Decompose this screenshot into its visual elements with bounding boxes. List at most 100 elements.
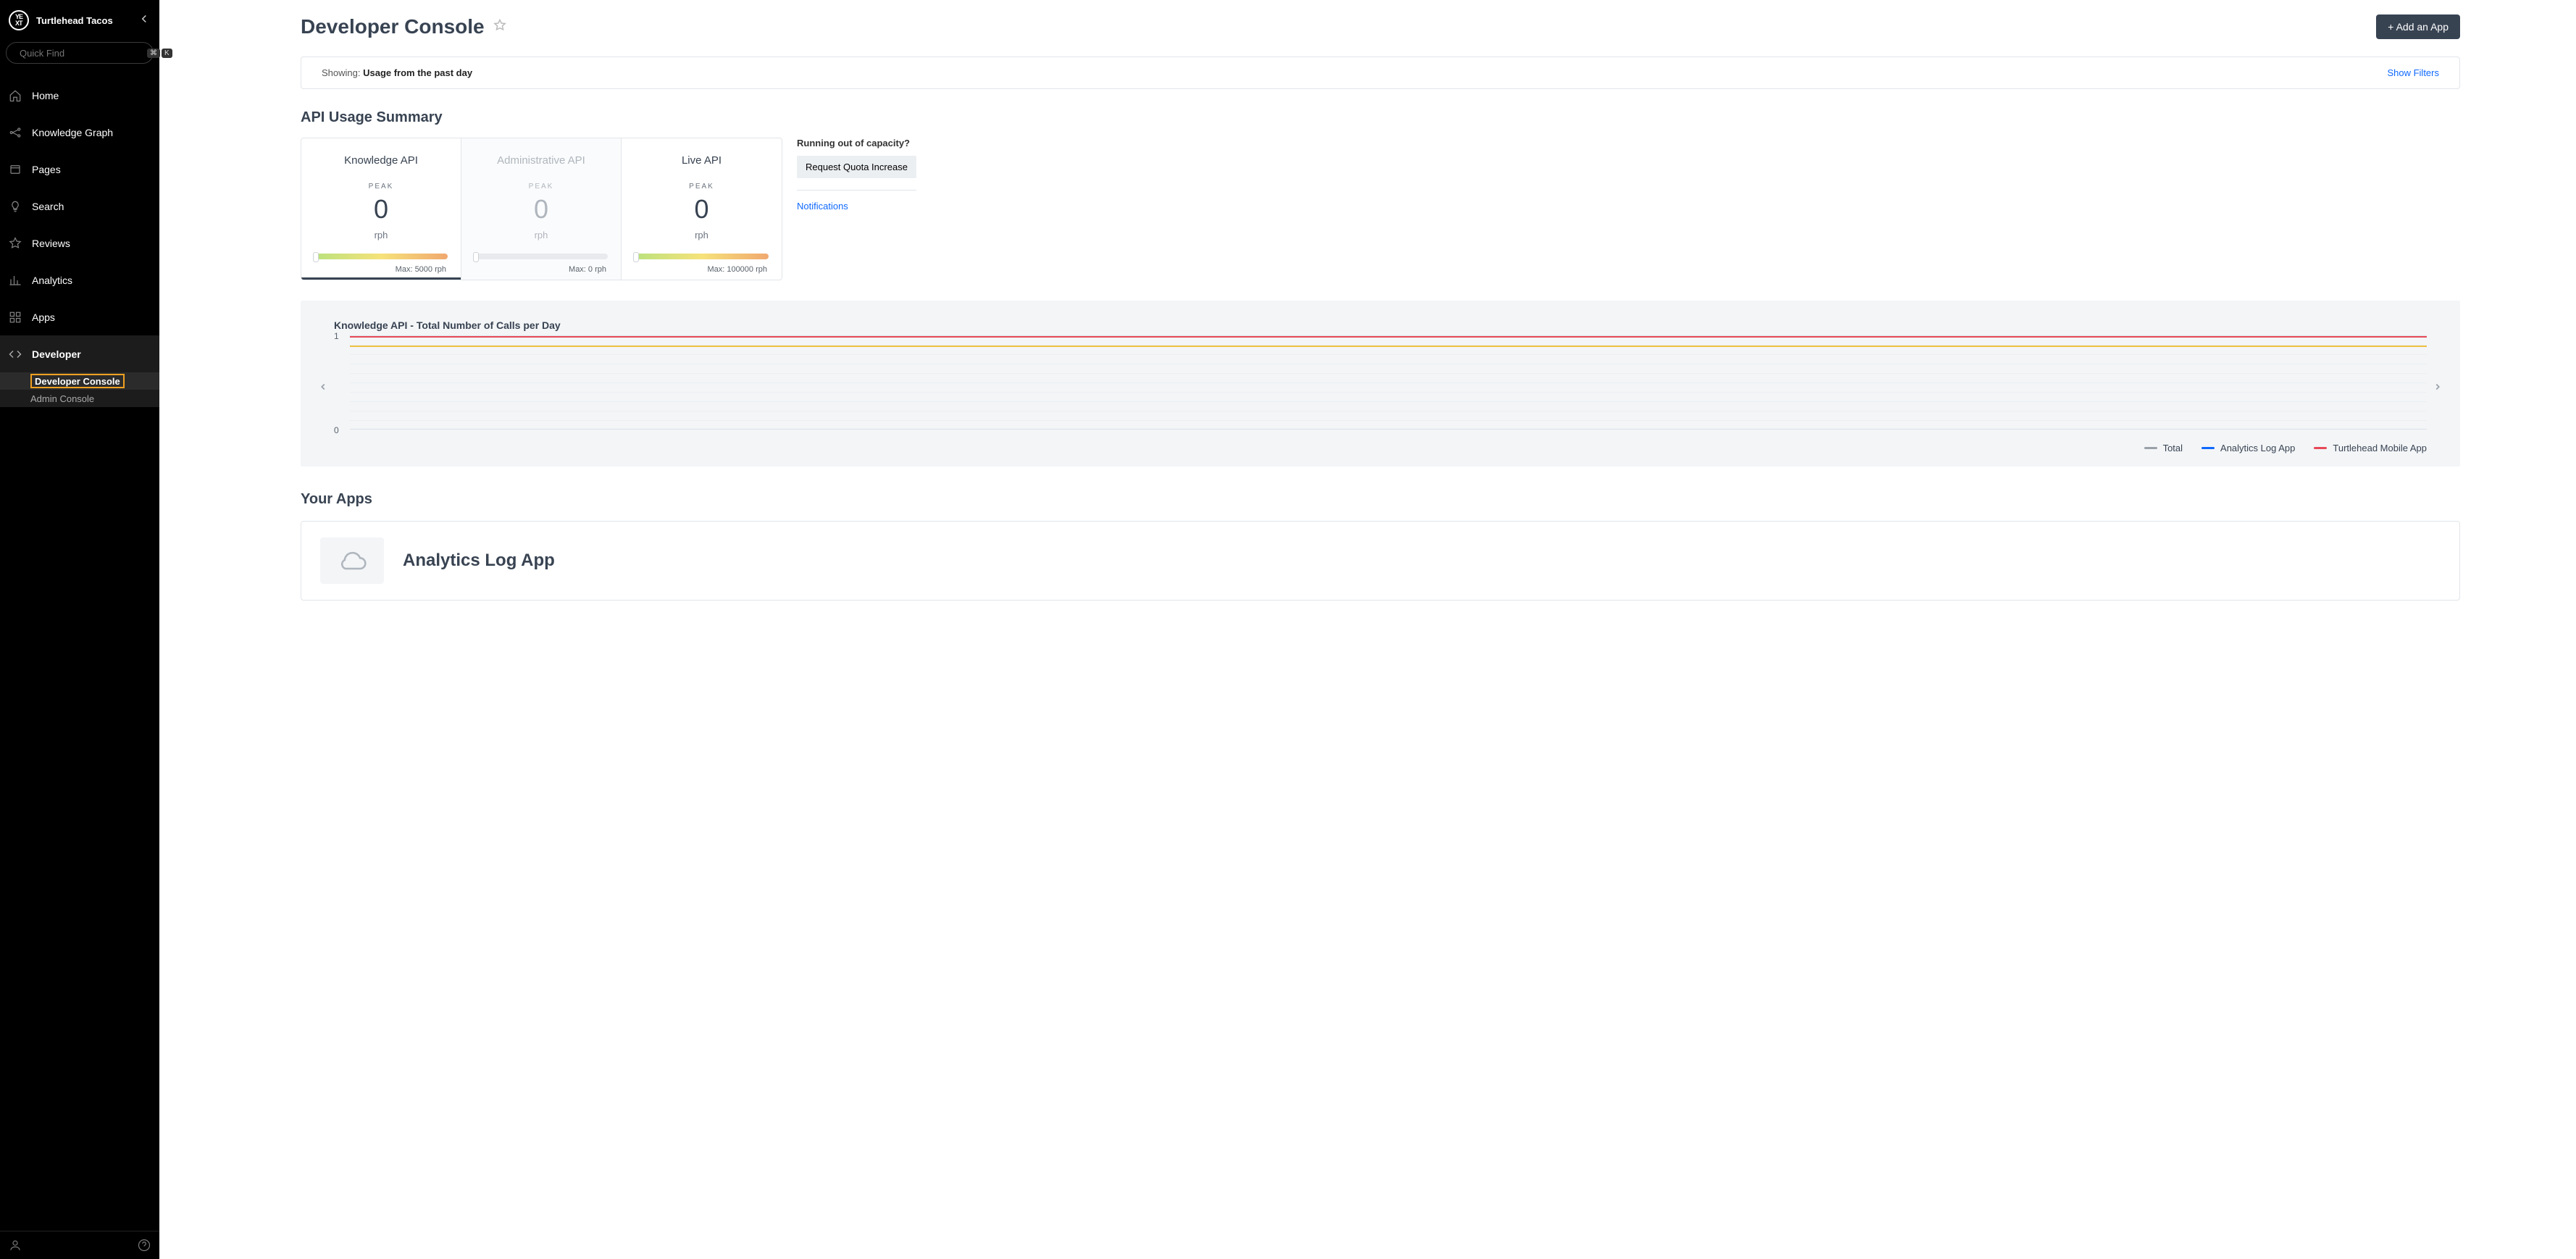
analytics-icon	[9, 274, 22, 287]
nav-search[interactable]: Search	[0, 188, 159, 225]
card-live-value: 0	[632, 196, 771, 222]
chart-panel: Knowledge API - Total Number of Calls pe…	[301, 301, 2460, 467]
showing-value: Usage from the past day	[363, 67, 472, 78]
quick-find-input[interactable]: ⌘ K	[6, 42, 154, 64]
org-name: Turtlehead Tacos	[36, 15, 138, 26]
page-header: Developer Console + Add an App	[301, 14, 2460, 39]
chart-y-min: 0	[334, 425, 339, 434]
sidebar-header: YEXT Turtlehead Tacos	[0, 0, 159, 38]
back-arrow-icon[interactable]	[138, 12, 151, 29]
quick-find-field[interactable]	[20, 48, 147, 59]
nav-pages-label: Pages	[32, 164, 61, 175]
developer-subnav: Developer Console Admin Console	[0, 372, 159, 407]
card-knowledge-peak-label: PEAK	[311, 183, 451, 191]
page-title: Developer Console	[301, 15, 485, 38]
api-cards: Knowledge API PEAK 0 rph Max: 5000 rph A…	[301, 138, 782, 280]
nav-reviews[interactable]: Reviews	[0, 225, 159, 262]
nav-developer[interactable]: Developer	[0, 335, 159, 372]
main-content: Developer Console + Add an App Showing: …	[159, 0, 2576, 1259]
your-apps-section: Your Apps Analytics Log App	[301, 491, 2460, 601]
nav-analytics[interactable]: Analytics	[0, 262, 159, 298]
show-filters-link[interactable]: Show Filters	[2387, 67, 2439, 78]
apps-icon	[9, 311, 22, 324]
card-admin-title: Administrative API	[472, 154, 611, 167]
card-live-title: Live API	[632, 154, 771, 167]
sidebar-footer	[0, 1231, 159, 1259]
chart-body: Knowledge API - Total Number of Calls pe…	[334, 319, 2427, 453]
nav-apps-label: Apps	[32, 311, 55, 323]
nav-kg-label: Knowledge Graph	[32, 127, 113, 138]
pages-icon	[9, 163, 22, 176]
nav-apps[interactable]: Apps	[0, 298, 159, 335]
subnav-developer-console[interactable]: Developer Console	[0, 372, 159, 390]
app-name: Analytics Log App	[403, 551, 555, 571]
card-live-max: Max: 100000 rph	[632, 265, 771, 274]
nav-analytics-label: Analytics	[32, 275, 72, 286]
legend-total-label: Total	[2163, 443, 2183, 453]
code-icon	[9, 348, 22, 361]
subnav-adminconsole-label: Admin Console	[30, 393, 94, 404]
subnav-admin-console[interactable]: Admin Console	[0, 390, 159, 407]
nav-home[interactable]: Home	[0, 77, 159, 114]
chart-title: Knowledge API - Total Number of Calls pe…	[334, 319, 2427, 331]
bulb-icon	[9, 200, 22, 213]
favorite-star-icon[interactable]	[493, 19, 506, 35]
chart-threshold-yellow	[350, 346, 2427, 347]
chart-next-button[interactable]	[2430, 319, 2446, 453]
legend-analytics-label: Analytics Log App	[2220, 443, 2295, 453]
yext-logo: YEXT	[9, 10, 29, 30]
card-admin-peak-label: PEAK	[472, 183, 611, 191]
notifications-link[interactable]: Notifications	[797, 201, 848, 212]
card-admin-max: Max: 0 rph	[472, 265, 611, 274]
nav-developer-label: Developer	[32, 348, 81, 360]
legend-analytics: Analytics Log App	[2201, 443, 2295, 453]
chart-legend: Total Analytics Log App Turtlehead Mobil…	[334, 443, 2427, 453]
card-knowledge-api[interactable]: Knowledge API PEAK 0 rph Max: 5000 rph	[301, 138, 461, 280]
subnav-devconsole-label: Developer Console	[30, 374, 125, 388]
card-knowledge-max: Max: 5000 rph	[311, 265, 451, 274]
nav-knowledge-graph[interactable]: Knowledge Graph	[0, 114, 159, 151]
api-usage-summary: Knowledge API PEAK 0 rph Max: 5000 rph A…	[301, 138, 2460, 280]
legend-turtlehead-label: Turtlehead Mobile App	[2333, 443, 2427, 453]
card-live-unit: rph	[632, 230, 771, 240]
nav-home-label: Home	[32, 90, 59, 101]
help-icon[interactable]	[138, 1239, 151, 1252]
chart-y-max: 1	[334, 331, 339, 341]
graph-icon	[9, 126, 22, 139]
chart-prev-button[interactable]	[315, 319, 331, 453]
divider	[797, 190, 916, 191]
legend-total: Total	[2144, 443, 2183, 453]
nav-search-label: Search	[32, 201, 64, 212]
card-knowledge-bar	[314, 254, 448, 261]
api-usage-heading: API Usage Summary	[301, 109, 2460, 126]
card-knowledge-value: 0	[311, 196, 451, 222]
app-card[interactable]: Analytics Log App	[301, 521, 2460, 601]
nav-reviews-label: Reviews	[32, 238, 70, 249]
card-live-peak-label: PEAK	[632, 183, 771, 191]
cloud-icon	[320, 538, 384, 584]
kbd-cmd: ⌘	[147, 49, 160, 58]
card-admin-value: 0	[472, 196, 611, 222]
quota-side-panel: Running out of capacity? Request Quota I…	[797, 138, 916, 280]
card-admin-api[interactable]: Administrative API PEAK 0 rph Max: 0 rph	[461, 138, 622, 280]
request-quota-button[interactable]: Request Quota Increase	[797, 156, 916, 178]
nav-pages[interactable]: Pages	[0, 151, 159, 188]
add-app-button[interactable]: + Add an App	[2376, 14, 2460, 39]
card-admin-unit: rph	[472, 230, 611, 240]
filter-bar: Showing: Usage from the past day Show Fi…	[301, 57, 2460, 89]
running-out-label: Running out of capacity?	[797, 138, 916, 149]
card-live-api[interactable]: Live API PEAK 0 rph Max: 100000 rph	[622, 138, 782, 280]
card-knowledge-title: Knowledge API	[311, 154, 451, 167]
legend-turtlehead: Turtlehead Mobile App	[2314, 443, 2427, 453]
star-icon	[9, 237, 22, 250]
your-apps-heading: Your Apps	[301, 491, 2460, 508]
user-icon[interactable]	[9, 1239, 22, 1252]
primary-nav: Home Knowledge Graph Pages Search Review…	[0, 77, 159, 1231]
chart-plot-area	[350, 335, 2427, 430]
sidebar: YEXT Turtlehead Tacos ⌘ K Home Knowledge…	[0, 0, 159, 1259]
card-admin-bar	[474, 254, 608, 261]
chart-threshold-red	[350, 336, 2427, 338]
card-live-bar	[635, 254, 769, 261]
home-icon	[9, 89, 22, 102]
showing-label: Showing:	[322, 67, 363, 78]
